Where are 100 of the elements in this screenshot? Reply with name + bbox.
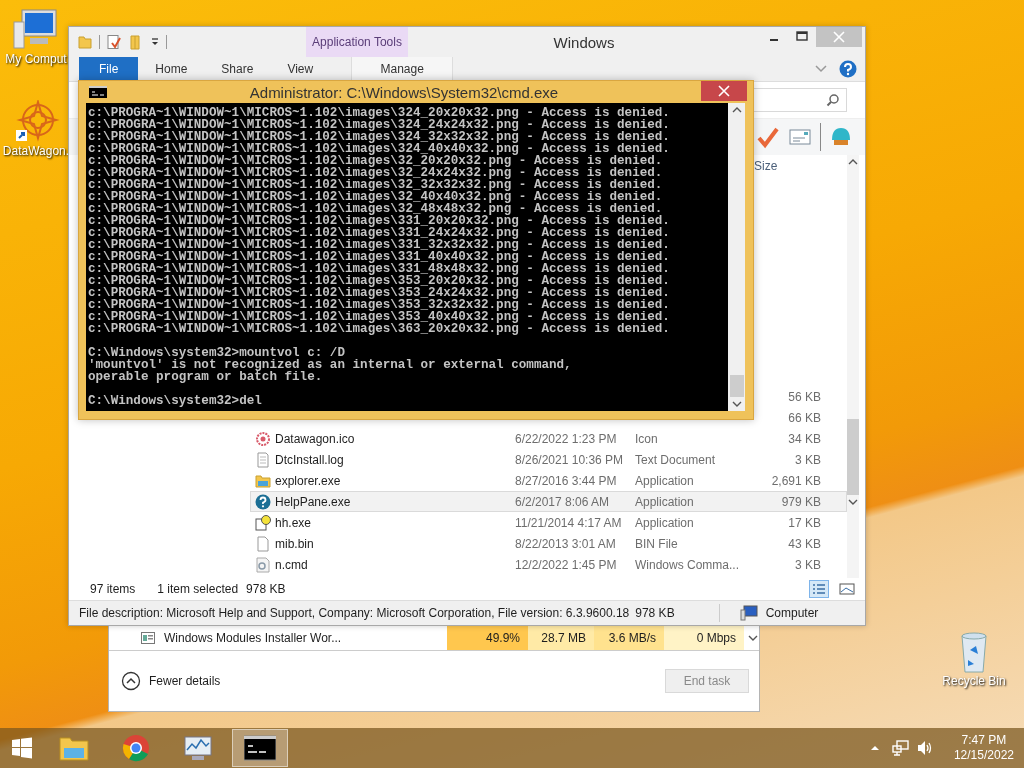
- file-icon: [255, 535, 271, 552]
- console-line: c:\PROGRA~1\WINDOW~1\MICROS~1.102\images\353_24x24x32.png - Access is denied.: [88, 287, 671, 299]
- file-name: Datawagon.ico: [275, 431, 356, 446]
- scroll-up-icon[interactable]: [848, 159, 858, 165]
- ribbon-tab[interactable]: File: [79, 57, 139, 81]
- scroll-thumb[interactable]: [729, 375, 744, 397]
- thumbnail-view-icon[interactable]: [837, 580, 857, 598]
- scrollbar[interactable]: [728, 103, 745, 411]
- clock-time[interactable]: 7:47 PM: [961, 733, 1007, 748]
- checkmark-icon[interactable]: [756, 125, 780, 149]
- date-cell-text: 12/2/2022 1:45 PM: [515, 557, 618, 572]
- file-row[interactable]: Datawagon.ico 6/22/2022 1:23 PM Icon 34 KB: [250, 428, 847, 449]
- selection-status: 1 item selected: [157, 582, 239, 596]
- details-view-icon[interactable]: [809, 580, 829, 598]
- size-cell-text: 3 KB: [794, 452, 821, 467]
- help-icon[interactable]: [839, 60, 857, 78]
- scroll-down-icon[interactable]: [731, 401, 742, 407]
- chrome-icon: [120, 734, 152, 762]
- volume-icon[interactable]: [915, 740, 934, 756]
- scroll-down-icon[interactable]: [848, 499, 858, 505]
- console-line: c:\PROGRA~1\WINDOW~1\MICROS~1.102\images\324_40x40x32.png - Access is denied.: [88, 143, 671, 155]
- window-app-icon: [141, 632, 155, 644]
- console-line: c:\PROGRA~1\WINDOW~1\MICROS~1.102\images\331_24x24x32.png - Access is denied.: [88, 227, 671, 239]
- chevron-down-icon[interactable]: [748, 635, 758, 641]
- console-line: c:\PROGRA~1\WINDOW~1\MICROS~1.102\images\324_32x32x32.png - Access is denied.: [88, 131, 671, 143]
- windows-logo-icon[interactable]: [11, 737, 33, 759]
- collapse-icon[interactable]: [121, 671, 141, 691]
- file-row[interactable]: n.cmd 12/2/2022 1:45 PM Windows Comma... 3 KB: [250, 554, 847, 575]
- console-line: c:\PROGRA~1\WINDOW~1\MICROS~1.102\images\32_20x20x32.png - Access is denied.: [88, 155, 664, 167]
- taskbar-button[interactable]: [232, 729, 288, 767]
- file-name: hh.exe: [275, 515, 313, 530]
- search-field[interactable]: [753, 88, 847, 112]
- console-line: 'mountvol' is not recognized as an internal or external command,: [88, 359, 573, 371]
- window-title: Administrator: C:\Windows\System32\cmd.exe: [248, 83, 560, 101]
- scroll-thumb[interactable]: [847, 419, 859, 495]
- file-row[interactable]: hh.exe 11/21/2014 4:17 AM Application 17 KB: [250, 512, 847, 533]
- scrollbar[interactable]: [847, 155, 859, 578]
- file-row[interactable]: DtcInstall.log 8/26/2021 10:36 PM Text Document 3 KB: [250, 449, 847, 470]
- console-line: C:\Windows\system32>mountvol c: /D: [88, 347, 346, 359]
- flower-icon: [255, 430, 271, 447]
- dropdown-icon[interactable]: [150, 37, 160, 47]
- file-name: DtcInstall.log: [275, 452, 345, 467]
- console-line: c:\PROGRA~1\WINDOW~1\MICROS~1.102\images\324_20x20x32.png - Access is denied.: [88, 107, 671, 119]
- date-cell-text: 8/26/2021 10:36 PM: [515, 452, 625, 467]
- column-header[interactable]: Size: [754, 159, 820, 173]
- console-line: c:\PROGRA~1\WINDOW~1\MICROS~1.102\images\353_20x20x32.png - Access is denied.: [88, 275, 671, 287]
- clock-date[interactable]: 12/15/2022: [953, 748, 1014, 763]
- computer-icon: [739, 605, 758, 621]
- console-line: c:\PROGRA~1\WINDOW~1\MICROS~1.102\images\32_24x24x32.png - Access is denied.: [88, 167, 664, 179]
- ribbon-tab[interactable]: View: [270, 57, 331, 81]
- memory-cell: 28.7 MB: [528, 626, 594, 650]
- scroll-up-icon[interactable]: [731, 107, 742, 113]
- console-line: c:\PROGRA~1\WINDOW~1\MICROS~1.102\images\32_32x32x32.png - Access is denied.: [88, 179, 664, 191]
- computer-icon[interactable]: [12, 8, 60, 52]
- size-cell-text: 979 KB: [780, 494, 821, 509]
- console-line: C:\Windows\system32>del: [88, 395, 263, 407]
- chevron-up-icon[interactable]: [869, 745, 880, 751]
- size-cell-text: 17 KB: [787, 515, 821, 530]
- close-icon[interactable]: [701, 81, 747, 101]
- network-icon[interactable]: [891, 740, 910, 756]
- console-line: operable program or batch file.: [88, 371, 324, 383]
- console-line: c:\PROGRA~1\WINDOW~1\MICROS~1.102\images\331_32x32x32.png - Access is denied.: [88, 239, 671, 251]
- process-name[interactable]: Windows Modules Installer Wor...: [164, 631, 447, 645]
- type-cell-text: Icon: [635, 431, 659, 446]
- file-row[interactable]: HelpPane.exe 6/2/2017 8:06 AM Application 979 KB: [250, 491, 847, 512]
- document-check-icon[interactable]: [106, 34, 122, 50]
- size-cell-text: 43 KB: [787, 536, 821, 551]
- console-line: c:\PROGRA~1\WINDOW~1\MICROS~1.102\images\353_32x32x32.png - Access is denied.: [88, 299, 671, 311]
- fewer-details-link[interactable]: Fewer details: [149, 674, 665, 688]
- date-cell-text: 8/22/2013 3:01 AM: [515, 536, 617, 551]
- console-line: c:\PROGRA~1\WINDOW~1\MICROS~1.102\images\32_40x40x32.png - Access is denied.: [88, 191, 664, 203]
- file-name: mib.bin: [275, 536, 315, 551]
- search-icon[interactable]: [826, 93, 840, 107]
- console-line: c:\PROGRA~1\WINDOW~1\MICROS~1.102\images\324_24x24x32.png - Access is denied.: [88, 119, 671, 131]
- console-icon: [89, 86, 107, 98]
- size-cell-text: 66 KB: [787, 410, 821, 425]
- type-cell-text: BIN File: [635, 536, 679, 551]
- cpu-cell: 49.9%: [447, 626, 528, 650]
- size-cell-text: 2,691 KB: [770, 473, 821, 488]
- file-row[interactable]: mib.bin 8/22/2013 3:01 AM BIN File 43 KB: [250, 533, 847, 554]
- size-cell-text: 56 KB: [787, 389, 821, 404]
- item-count: 97 items: [90, 582, 136, 596]
- context-tab-group: Application Tools: [306, 27, 408, 57]
- type-cell-text: Windows Comma...: [635, 557, 741, 572]
- ribbon-tab[interactable]: Share: [204, 57, 271, 81]
- folder-icon: [58, 734, 90, 762]
- window-title: Windows: [552, 33, 616, 51]
- console-line: c:\PROGRA~1\WINDOW~1\MICROS~1.102\images\331_20x20x32.png - Access is denied.: [88, 215, 671, 227]
- file-row[interactable]: explorer.exe 8/27/2016 3:44 PM Application 2,691 KB: [250, 470, 847, 491]
- date-cell-text: 6/22/2022 1:23 PM: [515, 431, 618, 446]
- date-cell-text: 8/27/2016 3:44 PM: [515, 473, 618, 488]
- ribbon-tab[interactable]: Manage: [351, 57, 454, 81]
- console-line: c:\PROGRA~1\WINDOW~1\MICROS~1.102\images\32_48x48x32.png - Access is denied.: [88, 203, 663, 215]
- ribbon-tab[interactable]: Home: [138, 57, 205, 81]
- file-name: explorer.exe: [275, 473, 342, 488]
- disk-cell: 3.6 MB/s: [594, 626, 664, 650]
- type-cell-text: Text Document: [635, 452, 717, 467]
- text-file-icon: [255, 451, 271, 468]
- file-details: File description: Microsoft Help and Support, Company: Microsoft Corporation, File version: 6.3.9600.18: [79, 606, 630, 620]
- console-line: c:\PROGRA~1\WINDOW~1\MICROS~1.102\images\353_40x40x32.png - Access is denied.: [88, 311, 671, 323]
